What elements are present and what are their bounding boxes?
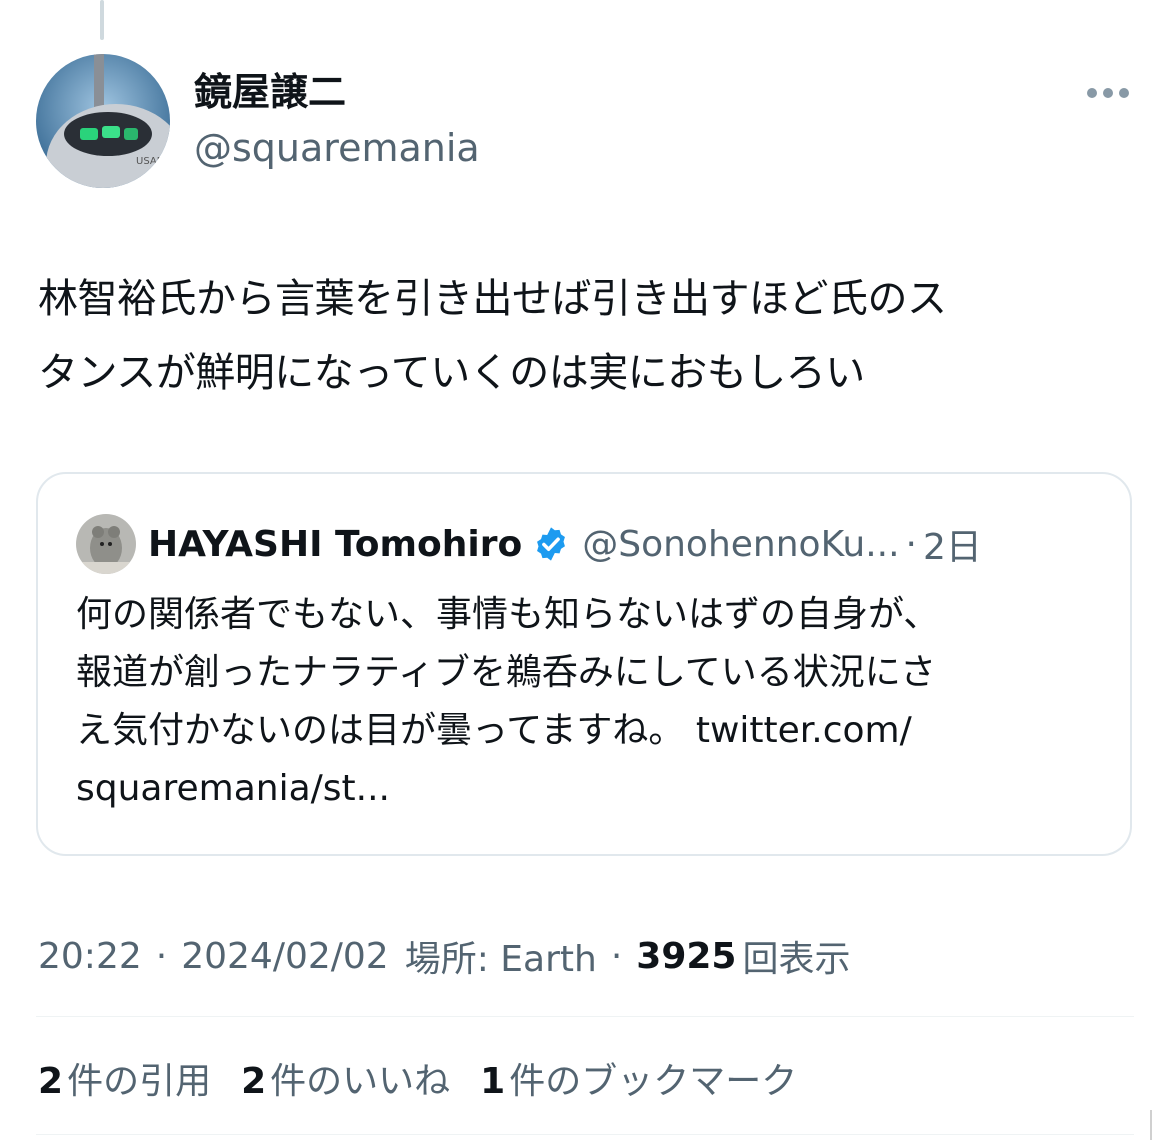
meta-divider [36,1016,1134,1017]
quotes-count: 2 [38,1061,64,1102]
bookmarks-stat[interactable]: 1 件のブックマーク [480,1052,797,1104]
stats-divider [36,1134,1134,1135]
tweet-location: 場所: Earth [404,939,597,980]
likes-count: 2 [241,1061,267,1102]
svg-text:USAF: USAF [136,156,163,167]
verified-badge-icon [537,527,566,561]
quoted-tweet-card[interactable]: HAYASHI Tomohiro @SonohennoKu... · 2日 何の… [36,472,1132,856]
tweet-meta: 20:22 · 2024/02/02 場所: Earth · 3925 回表示 [38,928,851,984]
views-count: 3925 [636,935,737,977]
author-display-name[interactable]: 鏡屋譲二 [194,66,346,118]
bookmarks-label: 件のブックマーク [509,1061,798,1102]
quotes-label: 件の引用 [67,1061,212,1102]
tweet-time[interactable]: 20:22 [38,936,142,977]
meta-separator-dot: · [610,935,623,977]
more-dots-icon [1087,88,1129,98]
tweet-text: 林智裕氏から言葉を引き出せば引き出すほど氏のス タンスが鮮明になっていくのは実に… [38,276,947,396]
likes-label: 件のいいね [270,1061,451,1102]
engagement-stats: 2 件の引用 2 件のいいね 1 件のブックマーク [38,1050,827,1106]
author-avatar[interactable]: USAF [36,54,170,188]
author-handle[interactable]: @squaremania [194,122,480,174]
quote-timestamp[interactable]: 2日 [923,518,982,570]
quote-header: HAYASHI Tomohiro @SonohennoKu... · 2日 [148,516,982,572]
views-label: 回表示 [742,939,851,980]
more-options-button[interactable] [1080,76,1136,110]
quote-author-handle[interactable]: @SonohennoKu... [582,524,899,565]
tweet-date[interactable]: 2024/02/02 [181,936,389,977]
thread-connector-line [100,0,104,40]
likes-stat[interactable]: 2 件のいいね [241,1052,450,1104]
quote-author-name[interactable]: HAYASHI Tomohiro [148,524,522,565]
bookmarks-count: 1 [480,1061,506,1102]
aircraft-cockpit-avatar-icon: USAF [36,54,170,188]
scrollbar-edge [1150,1110,1152,1140]
meta-separator-dot: · [155,935,168,977]
quote-text: 何の関係者でもない、事情も知らないはずの自身が、 報道が創ったナラティブを鵜呑み… [76,594,940,809]
stuffed-toy-avatar-icon [76,514,136,574]
quotes-stat[interactable]: 2 件の引用 [38,1052,211,1104]
quote-separator-dot: · [905,523,917,565]
quote-author-avatar[interactable] [76,514,136,574]
